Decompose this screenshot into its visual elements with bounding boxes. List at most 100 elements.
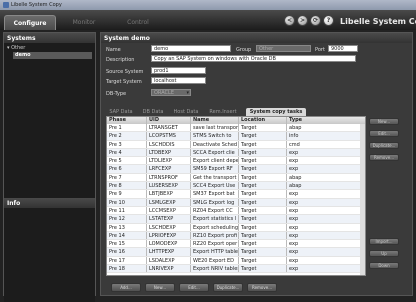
table-row[interactable]: Pre 2 LCOPSTMS STMS Switch to Target info: [107, 132, 365, 141]
edit-button[interactable]: Edit...: [179, 283, 209, 292]
table-cell: Get the transport: [191, 173, 239, 182]
tab-rem-insert[interactable]: Rem.Insert: [204, 108, 242, 116]
target-system-field[interactable]: localhost: [151, 77, 206, 84]
table-cell: abap: [289, 125, 302, 131]
table-cell: exp: [289, 166, 299, 173]
table-cell: Target: [239, 198, 287, 206]
name-field[interactable]: demo: [151, 45, 231, 52]
info-panel: [4, 208, 95, 302]
table-row[interactable]: Pre 16 LHTTPEXP Export HTTP tables Target ex…: [107, 248, 365, 257]
table-row[interactable]: Pre 1 LTRANSGET save last transpor Target ab…: [107, 124, 365, 133]
table-row[interactable]: Pre 18 LNRIVEXP Export NRIV tables Target ex…: [107, 265, 365, 274]
new-button[interactable]: New...: [145, 283, 175, 292]
column-header[interactable]: Name: [191, 117, 239, 124]
table-cell: LSCHDEXP: [147, 223, 191, 231]
table-cell: Pre 11: [107, 206, 147, 215]
table-cell: LCCMSEXP: [147, 206, 191, 215]
table-row[interactable]: Pre 4 LTDBEXP SCCA Export clie Target exp: [107, 148, 365, 158]
table-cell: LCOPSTMS: [147, 132, 191, 140]
column-header[interactable]: UID: [147, 117, 191, 124]
tree-node-other[interactable]: ▾ Other: [7, 45, 92, 52]
table-cell: Pre 5: [107, 157, 147, 165]
table-row[interactable]: Pre 3 LSCHDDIS Deactivate Sched Target cmd: [107, 140, 365, 149]
name-label: Name: [106, 47, 121, 53]
tab-monitor[interactable]: Monitor: [58, 15, 110, 30]
tab-configure[interactable]: Configure: [4, 15, 56, 30]
tab-sap-data[interactable]: SAP Data: [106, 108, 136, 116]
table-cell: LNRIVEXP: [147, 265, 191, 273]
side-remove-button[interactable]: Remove...: [369, 154, 399, 161]
table-cell: Pre 18: [107, 265, 147, 273]
table-row[interactable]: Pre 6 LRFCEXP SM59 Export RF Target exp: [107, 165, 365, 174]
table-row[interactable]: Pre 10 LSMLGEXP SMLG Export log Target exp: [107, 198, 365, 207]
side-edit-button[interactable]: Edit...: [369, 130, 399, 137]
side-new-button[interactable]: New...: [369, 118, 399, 125]
port-label: Port: [315, 47, 325, 53]
description-field[interactable]: Copy an SAP System on windows with Oracl…: [151, 55, 356, 62]
table-cell: Export client depe: [193, 157, 239, 165]
chevron-down-icon: ▾: [186, 90, 189, 96]
table-row[interactable]: Pre 13 LSCHDEXP Export scheduling Target exp: [107, 223, 365, 232]
table-row[interactable]: Pre 17 LSDALEXP WE20 Export ED Target exp: [107, 256, 365, 266]
table-row[interactable]: Pre 14 LPRIOFEXP RZ10 Export profi Target ex…: [107, 231, 365, 241]
table-cell: Pre 7: [107, 173, 147, 182]
table-row[interactable]: Pre 15 LOMODEXP RZ20 Export oper Target exp: [107, 240, 365, 249]
table-cell: SM59 Export RF: [191, 165, 239, 173]
table-cell: LRFCEXP: [147, 165, 191, 173]
tab-db-data[interactable]: DB Data: [138, 108, 168, 116]
table-row[interactable]: Pre 5 LTDLIEXP Export client depe Target exp: [107, 157, 365, 166]
group-select[interactable]: Other: [256, 45, 311, 52]
forward-icon[interactable]: >: [297, 15, 308, 26]
dbtype-select[interactable]: ORACLE ▾: [151, 89, 191, 96]
duplicate-button[interactable]: Duplicate...: [213, 283, 243, 292]
move-down-button[interactable]: Down: [369, 262, 399, 269]
table-row[interactable]: Pre 8 LUSERSEXP SCC4 Export Use Target abap: [107, 182, 365, 191]
table-cell: Pre 15: [107, 240, 147, 248]
tab-host-data[interactable]: Host Data: [170, 108, 202, 116]
tab-control[interactable]: Control: [112, 15, 164, 30]
table-cell: exp: [289, 191, 299, 198]
source-system-field[interactable]: prod1: [151, 67, 206, 74]
refresh-icon[interactable]: ⟳: [310, 15, 321, 26]
help-icon[interactable]: ?: [323, 15, 334, 26]
table-cell: exp: [289, 249, 299, 256]
back-icon[interactable]: <: [284, 15, 295, 26]
move-up-button[interactable]: Up: [369, 250, 399, 257]
port-field[interactable]: 9000: [328, 45, 358, 52]
table-row[interactable]: Pre 12 LSTATEXP Export statistics l Target e…: [107, 215, 365, 224]
import-button[interactable]: Import...: [369, 238, 399, 245]
table-cell: Pre 9: [107, 190, 147, 198]
table-cell: LSCHDDIS: [147, 140, 191, 148]
column-header[interactable]: Phase: [107, 117, 147, 124]
source-system-label: Source System: [106, 69, 144, 75]
tree-node-demo[interactable]: demo: [13, 52, 92, 59]
column-header[interactable]: Type: [287, 117, 357, 124]
add-button[interactable]: Add...: [111, 283, 141, 292]
side-duplicate-button[interactable]: Duplicate...: [369, 142, 399, 149]
table-cell: abap: [289, 174, 302, 181]
table-cell: RZ04 Export CC: [191, 206, 239, 215]
remove-button[interactable]: Remove...: [247, 283, 277, 292]
table-cell: LTRNSPROF: [147, 173, 191, 182]
table-cell: Pre 2: [107, 132, 147, 140]
table-scrollbar[interactable]: [360, 124, 365, 275]
table-cell: Target: [239, 165, 287, 173]
table-cell: Pre 12: [107, 215, 147, 223]
table-cell: Target: [239, 157, 287, 165]
table-cell: cmd: [289, 141, 300, 148]
main-panel: System demo Name demo Group Other Port 9…: [100, 32, 413, 296]
table-row[interactable]: Pre 11 LCCMSEXP RZ04 Export CC Target exp: [107, 206, 365, 216]
table-cell: Target: [239, 256, 287, 265]
table-cell: RZ20 Export oper: [193, 240, 239, 248]
table-cell: LTDLIEXP: [147, 157, 191, 165]
brand-title: Libelle System Copy: [340, 17, 416, 26]
table-cell: LSDALEXP: [147, 256, 191, 265]
table-cell: exp: [289, 199, 299, 206]
window-titlebar: Libelle System Copy: [0, 0, 416, 10]
table-row[interactable]: Pre 9 LBTJBEXP SM37 Export bat Target exp: [107, 190, 365, 199]
group-label: Group: [236, 47, 252, 53]
dbtype-label: DB-Type: [106, 91, 127, 97]
tab-system-copy-tasks[interactable]: System copy tasks: [246, 108, 306, 116]
column-header[interactable]: Location: [239, 117, 287, 124]
table-row[interactable]: Pre 7 LTRNSPROF Get the transport Target aba…: [107, 173, 365, 183]
